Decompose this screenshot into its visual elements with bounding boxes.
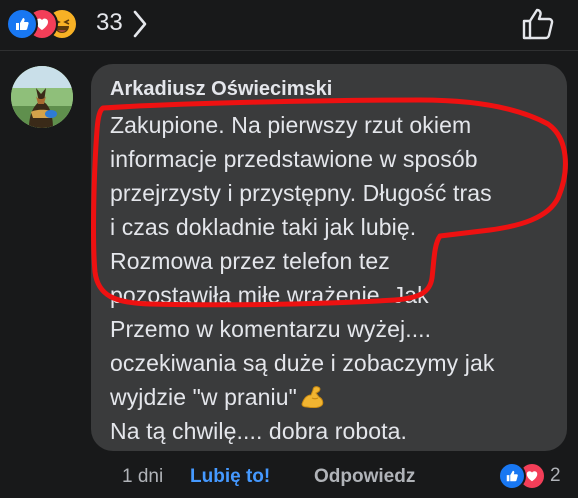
comment-text-line: informacje przedstawione w sposób xyxy=(110,146,478,172)
comment-text-segment: wyjdzie "w praniu" xyxy=(110,384,297,410)
comment-author-name[interactable]: Arkadiusz Oświecimski xyxy=(110,78,332,101)
comment-text-line: Przemo w komentarzu wyżej.... xyxy=(110,316,432,342)
like-button[interactable]: Lubię to! xyxy=(190,466,270,488)
comment-timestamp[interactable]: 1 dni xyxy=(122,466,163,488)
divider xyxy=(0,50,578,51)
like-reaction-icon xyxy=(498,462,526,490)
comment-text-line: Rozmowa przez telefon tez xyxy=(110,248,390,274)
comment-text-line: Na tą chwilę.... dobra robota. xyxy=(110,418,408,444)
comment-text-line: Zakupione. Na pierwszy rzut okiem xyxy=(110,112,472,138)
comment-reaction-count: 2 xyxy=(550,465,561,486)
thumbs-up-outline-icon[interactable] xyxy=(520,6,556,47)
comment-text-line: i czas dokladnie taki jak lubię. xyxy=(110,214,417,240)
like-reaction-icon xyxy=(6,8,38,40)
comment-text-line: pozostawiła miłe wrażenie. Jak xyxy=(110,282,429,308)
chevron-right-icon[interactable] xyxy=(132,10,148,43)
avatar[interactable] xyxy=(11,66,73,128)
comment-text-line: przejrzysty i przystępny. Długość tras xyxy=(110,180,492,206)
reply-button[interactable]: Odpowiedz xyxy=(314,466,415,488)
flexed-biceps-emoji xyxy=(299,384,327,414)
comment-reactions-summary[interactable]: 2 xyxy=(498,460,578,494)
comment-text-line-with-emoji: wyjdzie "w praniu" xyxy=(110,384,327,414)
comment-text-line: oczekiwania są duże i zobaczymy jak xyxy=(110,350,495,376)
reactions-summary-bar[interactable]: 33 xyxy=(0,0,578,48)
reaction-count[interactable]: 33 xyxy=(96,8,123,38)
